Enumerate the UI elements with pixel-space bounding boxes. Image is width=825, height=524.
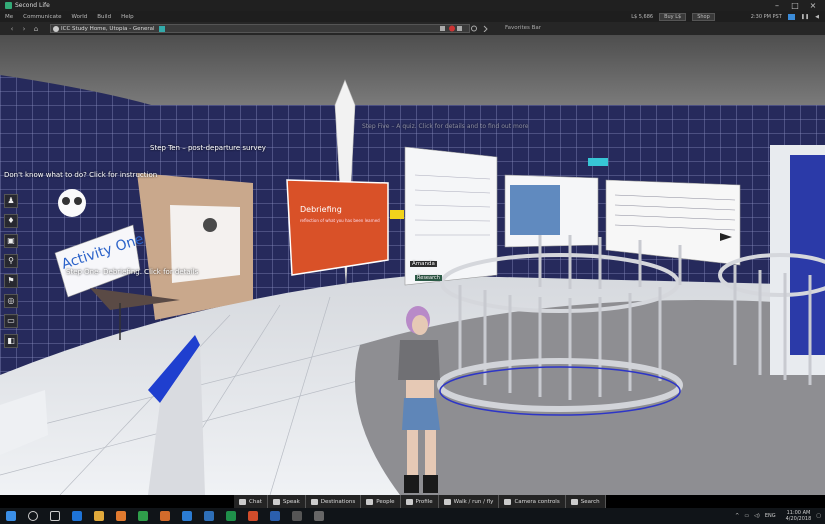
windows-start-icon[interactable] [6, 511, 16, 521]
maximize-button[interactable]: □ [788, 0, 802, 11]
home-icon[interactable]: ⌂ [30, 25, 42, 33]
avatar-icon[interactable]: ♟ [4, 194, 18, 208]
walk-run-fly-button[interactable]: Walk / run / fly [439, 495, 500, 508]
taskbar-date: 4/20/2018 [785, 516, 812, 522]
location-field[interactable]: ICC Study Home, Utopia - General [50, 24, 470, 33]
search-icon[interactable]: ⚲ [4, 254, 18, 268]
menu-world[interactable]: World [72, 14, 88, 20]
chat-icon [239, 498, 246, 505]
clock-text: 2:30 PM PST [750, 13, 782, 20]
info-icon[interactable] [53, 26, 59, 32]
location-text: ICC Study Home, Utopia - General [61, 26, 155, 32]
avatar-group-tag: Research [415, 275, 442, 281]
window-title: Second Life [15, 2, 50, 9]
shop-button[interactable]: Shop [692, 12, 715, 21]
taskbar-clock[interactable]: 11:00 AM 4/20/2018 [781, 510, 812, 522]
snapshot-icon[interactable]: ◧ [4, 334, 18, 348]
task-view-icon[interactable] [50, 511, 60, 521]
app-icon[interactable] [138, 511, 148, 521]
minimize-button[interactable]: – [770, 0, 784, 11]
outlook-icon[interactable] [204, 511, 214, 521]
app-icon-2[interactable] [314, 511, 324, 521]
language-indicator[interactable]: ENG [765, 513, 776, 519]
excel-icon[interactable] [226, 511, 236, 521]
pause-icon[interactable]: ❚❚ [801, 14, 809, 20]
bottom-toolbar: Chat Speak Destinations People Profile W… [234, 495, 606, 508]
avatar-nametag[interactable]: Amanda [410, 261, 437, 267]
left-toolbar: ♟ ♦ ▣ ⚲ ⚑ ◎ ▭ ◧ [4, 194, 20, 354]
menu-me[interactable]: Me [5, 14, 13, 20]
menu-bar: Me Communicate World Build Help L$ 5,686… [0, 11, 825, 22]
people-icon [366, 498, 374, 505]
instruction-hovertext[interactable]: Don't know what to do? Click for instruc… [4, 171, 157, 179]
pin-icon [310, 498, 318, 505]
powerpoint-icon[interactable] [248, 511, 258, 521]
forward-icon[interactable]: › [18, 25, 30, 33]
parcel-badge-icon [159, 25, 166, 32]
menu-help[interactable]: Help [121, 14, 134, 20]
menu-build[interactable]: Build [97, 14, 111, 20]
vlc-icon[interactable] [160, 511, 170, 521]
profile-icon [405, 498, 413, 505]
search-button[interactable]: Search [566, 495, 606, 508]
step-ten-hovertext[interactable]: Step Ten – post-departure survey [150, 144, 266, 152]
inventory-icon[interactable]: ▣ [4, 234, 18, 248]
fps-icon[interactable] [787, 13, 795, 20]
word-icon[interactable] [182, 511, 192, 521]
clothing-icon[interactable]: ♦ [4, 214, 18, 228]
buy-currency-button[interactable]: Buy L$ [659, 12, 687, 21]
step-five-hovertext[interactable]: Step Five – A quiz. Click for details an… [362, 123, 529, 130]
debriefing-board-subtitle: reflection of what you has been learned [300, 218, 380, 223]
network-icon[interactable]: ▭ [744, 513, 749, 519]
volume-icon[interactable]: ◀ [815, 14, 819, 20]
firefox-icon[interactable] [116, 511, 126, 521]
menu-communicate[interactable]: Communicate [23, 14, 61, 20]
navigation-bar: ‹ › ⌂ ICC Study Home, Utopia - General F… [0, 22, 825, 35]
destinations-button[interactable]: Destinations [306, 495, 362, 508]
step-one-hovertext[interactable]: Step One- Debriefing. Click for details [66, 268, 198, 276]
people-button[interactable]: People [361, 495, 401, 508]
close-button[interactable]: × [806, 0, 820, 11]
windows-taskbar: ^ ▭ ◁) ENG 11:00 AM 4/20/2018 ▢ [0, 508, 825, 524]
linden-balance[interactable]: L$ 5,686 [631, 14, 653, 20]
system-tray: ^ ▭ ◁) ENG 11:00 AM 4/20/2018 ▢ [730, 508, 821, 524]
3d-world-view[interactable]: Step Ten – post-departure survey Don't k… [0, 35, 825, 495]
window-titlebar: Second Life – □ × [0, 0, 825, 11]
profile-button[interactable]: Profile [401, 495, 439, 508]
second-life-taskbar-icon[interactable] [292, 511, 302, 521]
walk-icon [443, 498, 451, 505]
eye-icon [504, 498, 512, 505]
chrome-icon[interactable] [94, 511, 104, 521]
edge-browser-icon[interactable] [72, 511, 82, 521]
microphone-icon [272, 498, 280, 505]
camera-icon[interactable]: ▭ [4, 314, 18, 328]
parcel-properties-icons[interactable] [440, 25, 490, 32]
mini-map-icon[interactable]: ◎ [4, 294, 18, 308]
map-icon[interactable]: ⚑ [4, 274, 18, 288]
speak-button[interactable]: Speak [268, 495, 306, 508]
chat-button[interactable]: Chat [234, 495, 268, 508]
favorites-bar[interactable]: Favorites Bar [505, 22, 541, 35]
back-icon[interactable]: ‹ [6, 25, 18, 33]
notification-icon[interactable]: ▢ [816, 513, 821, 519]
search-icon[interactable] [28, 511, 38, 521]
volume-tray-icon[interactable]: ◁) [754, 513, 760, 519]
second-life-app-icon [5, 2, 12, 9]
debriefing-board-title[interactable]: Debriefing [300, 205, 342, 214]
word-icon-2[interactable] [270, 511, 280, 521]
camera-controls-button[interactable]: Camera controls [499, 495, 566, 508]
tray-chevron-icon[interactable]: ^ [735, 513, 739, 519]
search-icon [570, 498, 578, 505]
